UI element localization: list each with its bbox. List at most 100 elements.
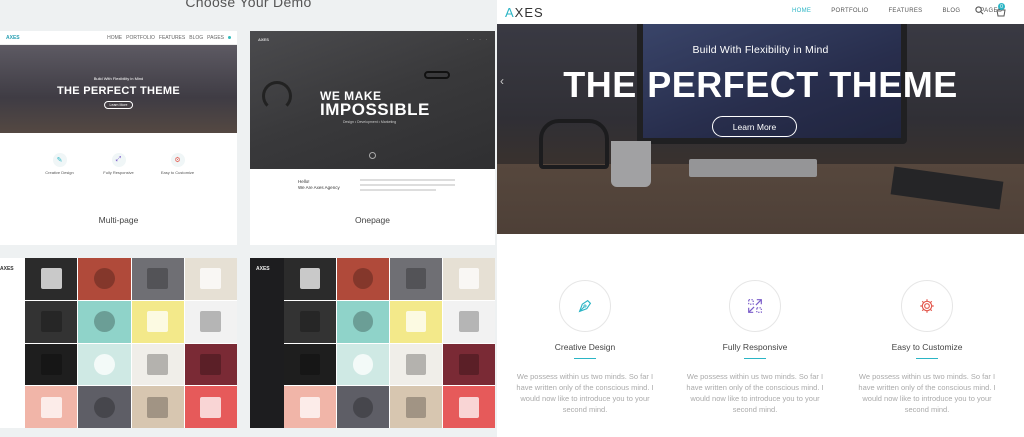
demo-label-multipage[interactable]: Multi-page [0,215,237,225]
portfolio-tile[interactable] [443,258,495,300]
feature-creative-design: Creative Design We possess within us two… [505,280,665,415]
thumb-feature: ⤢ Fully Responsive [99,153,139,175]
search-icon[interactable] [975,6,984,17]
divider [744,358,766,359]
portfolio-tile[interactable] [284,343,336,386]
brand-logo[interactable]: AXES [505,5,544,20]
portfolio-tile[interactable] [443,386,495,428]
portfolio-tile[interactable] [337,300,389,343]
portfolio-tile[interactable] [390,343,442,386]
thumb-logo: AXES [6,34,20,41]
thumb-nav-item: PORTFOLIO [126,34,155,41]
portfolio-tile[interactable] [443,343,495,386]
portfolio-tile[interactable] [337,386,389,428]
portfolio-tile[interactable] [184,386,237,428]
portfolio-tile[interactable] [25,300,78,343]
feature-description: We possess within us two minds. So far I… [686,372,824,414]
portfolio-tile[interactable] [284,300,336,343]
nav-item-blog[interactable]: BLOG [932,8,970,14]
thumb-logo: AXES [256,266,270,272]
thumb-nav-item: BLOG [189,34,204,41]
feature-easy-to-customize: Easy to Customize We possess within us t… [847,280,1007,415]
thumb-nav: AXES · · · · [258,37,487,42]
demo-card-portfolio-light[interactable]: AXES [0,258,237,428]
expand-arrows-icon [729,280,781,332]
portfolio-tile[interactable] [78,300,131,343]
portfolio-tile[interactable] [78,258,131,300]
portfolio-tile[interactable] [284,258,336,300]
learn-more-button[interactable]: Learn More [712,116,797,137]
portfolio-tile[interactable] [284,386,336,428]
portfolio-tile[interactable] [25,386,78,428]
portfolio-tile[interactable] [390,300,442,343]
portfolio-tile[interactable] [390,386,442,428]
portfolio-tile[interactable] [78,343,131,386]
thumb-hero: Build With Flexibility in Mind THE PERFE… [0,45,237,133]
thumb-feature-title: Creative Design [45,170,74,175]
portfolio-tile[interactable] [131,343,184,386]
portfolio-tile[interactable] [131,258,184,300]
portfolio-tile[interactable] [184,258,237,300]
top-navigation: AXES HOME PORTFOLIO FEATURES BLOG PAGES … [497,0,1024,26]
expand-arrows-icon: ⤢ [111,153,126,167]
thumb-nav-item: PAGES [207,34,224,41]
chooser-title: Choose Your Demo [185,0,312,10]
portfolio-grid [284,258,495,428]
thumb-headline: THE PERFECT THEME [56,85,181,97]
nav-item-home[interactable]: HOME [782,8,821,14]
feature-title: Easy to Customize [891,342,963,352]
hero-headline: THE PERFECT THEME [563,64,958,105]
thumb-features: ✎ Creative Design ⤢ Fully Responsive ⚙ E… [0,133,237,175]
demo-label-onepage[interactable]: Onepage [250,215,495,225]
thumb-agency: Hello! We Are Axes Agency [298,179,340,191]
portfolio-tile[interactable] [25,258,78,300]
demo-card-portfolio-dark[interactable]: AXES [250,258,495,428]
thumb-feature-title: Fully Responsive [103,170,134,175]
hero-tagline: Build With Flexibility in Mind [692,44,829,56]
portfolio-tile[interactable] [131,300,184,343]
portfolio-tile[interactable] [443,300,495,343]
divider [574,358,596,359]
thumb-tagline: Build With Flexibility in Mind [93,76,144,81]
pen-icon [559,280,611,332]
thumb-search-icon [228,36,231,39]
portfolio-grid [25,258,237,428]
demo-card-onepage[interactable]: AXES · · · · WE MAKE IMPOSSIBLE Design • De… [250,31,495,245]
cart-count-badge: 0 [998,3,1005,10]
feature-title: Fully Responsive [722,342,788,352]
thumb-subline: Design • Development • Marketing [343,120,397,124]
portfolio-tile[interactable] [25,343,78,386]
dark-sidebar: AXES [250,258,284,428]
headphones-image [262,81,292,111]
portfolio-tile[interactable] [78,386,131,428]
thumb-hero: AXES · · · · WE MAKE IMPOSSIBLE Design • De… [250,31,495,169]
portfolio-tile[interactable] [337,258,389,300]
thumb-feature: ✎ Creative Design [40,153,80,175]
thumb-nav-item: HOME [107,34,123,41]
hero-section: ‹ Build With Flexibility in Mind THE PER… [497,24,1024,234]
thumb-agency-name: We Are Axes Agency [298,185,340,190]
portfolio-tile[interactable] [184,300,237,343]
thumb-feature: ⚙ Easy to Customize [158,153,198,175]
feature-fully-responsive: Fully Responsive We possess within us tw… [675,280,835,415]
thumb-feature-title: Easy to Customize [160,170,195,175]
thumb-nav: AXES HOME PORTFOLIO FEATURES BLOG PAGES [0,31,237,45]
thumb-headline-2: IMPOSSIBLE [320,100,430,119]
nav-item-portfolio[interactable]: PORTFOLIO [821,8,878,14]
feature-title: Creative Design [554,342,616,352]
portfolio-tile[interactable] [390,258,442,300]
live-preview: AXES HOME PORTFOLIO FEATURES BLOG PAGES … [497,0,1024,437]
thumb-cta: Learn More [103,101,134,109]
thumb-logo: AXES [258,37,269,42]
thumb-text-lines [360,179,455,194]
demo-card-multipage[interactable]: AXES HOME PORTFOLIO FEATURES BLOG PAGES … [0,31,237,245]
gear-icon [901,280,953,332]
pen-icon: ✎ [52,153,67,167]
portfolio-tile[interactable] [337,343,389,386]
gear-icon: ⚙ [170,153,185,167]
nav-item-features[interactable]: FEATURES [878,8,932,14]
portfolio-tile[interactable] [184,343,237,386]
scroll-down-icon [369,152,376,159]
thumb-nav-item: FEATURES [158,34,186,41]
portfolio-tile[interactable] [131,386,184,428]
